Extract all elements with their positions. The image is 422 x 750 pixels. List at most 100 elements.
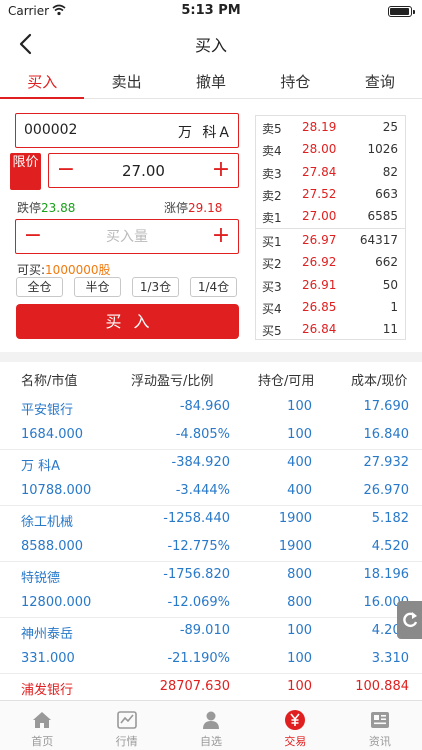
news-icon: [370, 712, 389, 728]
bid-volume: 1: [390, 300, 398, 314]
bid-label: 买3: [262, 280, 282, 294]
ask-volume: 6585: [367, 209, 398, 223]
bid-row[interactable]: 买1 26.97 64317: [256, 229, 406, 251]
refresh-float-button[interactable]: [397, 601, 422, 639]
holding-row-secondary[interactable]: 1684.000 -4.805% 100 16.840: [0, 421, 422, 449]
holding-current-price: 16.840: [363, 427, 410, 442]
quantity-plus-button[interactable]: +: [206, 223, 236, 251]
refresh-icon: [403, 612, 418, 628]
holding-cost: 27.932: [363, 455, 410, 470]
holding-row-primary[interactable]: 万 科A -384.920 400 27.932: [0, 449, 422, 477]
bid-row[interactable]: 买5 26.84 11: [256, 318, 406, 340]
ask-label: 卖1: [262, 211, 282, 225]
stock-code: 000002: [24, 122, 78, 138]
price-plus-button[interactable]: +: [206, 157, 236, 185]
ask-label: 卖2: [262, 189, 282, 203]
holding-available: 400: [287, 483, 312, 498]
limit-down-value: 23.88: [41, 201, 76, 215]
holding-cost: 18.196: [363, 567, 410, 582]
position-full-button[interactable]: 全仓: [16, 277, 63, 297]
price-minus-button[interactable]: −: [51, 157, 81, 185]
holding-row-primary[interactable]: 特锐德 -1756.820 800 18.196: [0, 561, 422, 589]
bid-price: 26.84: [302, 322, 337, 336]
stock-code-field[interactable]: 000002 万 科A: [15, 113, 239, 148]
tab-positions[interactable]: 持仓: [253, 66, 337, 98]
quantity-stepper: − +: [15, 219, 239, 254]
position-quarter-button[interactable]: 1/4仓: [190, 277, 237, 297]
holding-available: 800: [287, 595, 312, 610]
bid-price: 26.91: [302, 278, 337, 292]
bid-label: 买2: [262, 257, 282, 271]
ask-row[interactable]: 卖2 27.52 663: [256, 183, 406, 205]
user-icon: [203, 711, 220, 729]
buy-button[interactable]: 买入: [16, 304, 239, 339]
tab-buy[interactable]: 买入: [0, 66, 85, 99]
tab-query[interactable]: 查询: [338, 66, 422, 98]
holding-row-secondary[interactable]: 12800.000 -12.069% 800 16.000: [0, 589, 422, 617]
holding-ratio: -21.190%: [167, 651, 230, 666]
col-pnl-ratio: 浮动盈亏/比例: [131, 374, 214, 389]
holding-cost: 100.884: [355, 679, 409, 694]
holding-ratio: -3.444%: [175, 483, 230, 498]
ask-volume: 1026: [367, 142, 398, 156]
tabbar-news[interactable]: 资讯: [338, 701, 422, 750]
home-icon: [33, 712, 52, 728]
stock-name: 万 科A: [177, 125, 232, 141]
holding-current-price: 3.310: [371, 651, 409, 666]
holding-row-primary[interactable]: 神州泰岳 -89.010 100 4.200: [0, 617, 422, 645]
bid-row[interactable]: 买4 26.85 1: [256, 296, 406, 318]
holding-pnl: -1756.820: [163, 567, 230, 582]
tab-cancel[interactable]: 撤单: [169, 66, 253, 98]
holding-market-value: 8588.000: [21, 539, 84, 554]
tabbar-trade[interactable]: 交易: [253, 701, 337, 750]
holding-row-primary[interactable]: 平安银行 -84.960 100 17.690: [0, 393, 422, 421]
price-value[interactable]: 27.00: [79, 162, 208, 180]
ask-label: 卖5: [262, 122, 282, 136]
position-third-button[interactable]: 1/3仓: [132, 277, 179, 297]
bid-row[interactable]: 买3 26.91 50: [256, 274, 406, 296]
status-bar: Carrier 5:13 PM: [0, 0, 422, 24]
holding-position: 100: [287, 679, 312, 694]
ask-row[interactable]: 卖5 28.19 25: [256, 116, 406, 138]
quantity-input[interactable]: [46, 226, 208, 248]
price-type-button[interactable]: 限价: [10, 153, 41, 190]
holding-name: 浦发银行: [21, 683, 74, 698]
battery-icon: [388, 6, 415, 17]
can-buy-label: 可买:: [17, 263, 46, 277]
holding-row-secondary[interactable]: 331.000 -21.190% 100 3.310: [0, 645, 422, 673]
holding-row-primary[interactable]: 浦发银行 28707.630 100 100.884: [0, 673, 422, 701]
holding-name: 万 科A: [21, 459, 61, 474]
holding-pnl: -84.960: [179, 399, 230, 414]
holding-market-value: 12800.000: [21, 595, 92, 610]
ask-price: 28.19: [302, 120, 337, 134]
holding-pnl: -384.920: [171, 455, 230, 470]
position-half-button[interactable]: 半仓: [74, 277, 121, 297]
quantity-minus-button[interactable]: −: [18, 223, 48, 251]
tabbar-watchlist[interactable]: 自选: [169, 701, 253, 750]
price-type-label: 限价: [12, 155, 39, 170]
bid-price: 26.97: [302, 233, 337, 247]
holding-available: 100: [287, 651, 312, 666]
holding-current-price: 26.970: [363, 483, 410, 498]
bottom-tab-bar: 首页 行情 自选 交易 资讯: [0, 700, 422, 750]
ask-row[interactable]: 卖3 27.84 82: [256, 161, 406, 183]
holding-position: 400: [287, 455, 312, 470]
holding-position: 800: [287, 567, 312, 582]
bid-row[interactable]: 买2 26.92 662: [256, 251, 406, 273]
bid-volume: 11: [382, 322, 398, 336]
ask-row[interactable]: 卖1 27.00 6585: [256, 205, 406, 227]
tabbar-label: 自选: [200, 735, 223, 748]
col-position-available: 持仓/可用: [258, 374, 315, 389]
holding-row-primary[interactable]: 徐工机械 -1258.440 1900 5.182: [0, 505, 422, 533]
tabbar-market[interactable]: 行情: [84, 701, 168, 750]
holding-name: 神州泰岳: [21, 627, 74, 642]
can-buy: 可买:1000000股: [17, 261, 111, 278]
holding-row-secondary[interactable]: 10788.000 -3.444% 400 26.970: [0, 477, 422, 505]
tab-sell[interactable]: 卖出: [84, 66, 168, 98]
bid-label: 买5: [262, 324, 282, 338]
trade-tabs: 买入 卖出 撤单 持仓 查询: [0, 66, 422, 99]
tabbar-home[interactable]: 首页: [0, 701, 84, 750]
ask-row[interactable]: 卖4 28.00 1026: [256, 138, 406, 160]
holding-row-secondary[interactable]: 8588.000 -12.775% 1900 4.520: [0, 533, 422, 561]
holding-available: 100: [287, 427, 312, 442]
